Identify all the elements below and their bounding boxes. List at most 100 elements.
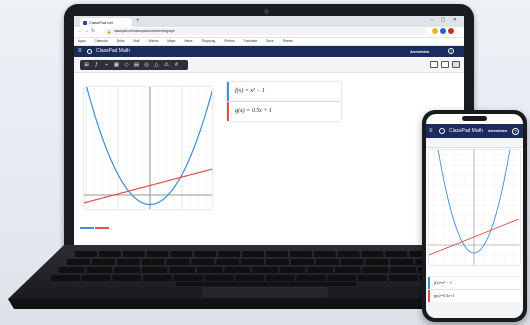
keyboard-key — [224, 267, 251, 273]
expression-row-g[interactable]: g(x) = 0.5x + 1 — [227, 102, 341, 121]
extension-icon[interactable] — [432, 28, 438, 34]
menu-icon[interactable]: ≡ — [78, 46, 82, 57]
graph-icon[interactable]: ⌁ — [102, 62, 111, 68]
classpad-logo-icon — [87, 49, 92, 54]
spacebar-key — [176, 282, 356, 286]
window-icon[interactable] — [430, 61, 438, 68]
forward-icon[interactable]: → — [84, 28, 89, 34]
extension-icon[interactable] — [440, 28, 446, 34]
expression-color-bar — [428, 290, 430, 302]
keyboard-key — [204, 275, 234, 281]
geometry-icon[interactable]: ◇ — [122, 62, 131, 68]
help-icon[interactable]: ? — [512, 128, 519, 135]
keyboard-key — [98, 251, 121, 257]
grid-icon[interactable]: # — [172, 62, 181, 68]
keyboard-key — [388, 275, 418, 281]
phone-toolbar — [426, 138, 523, 148]
tool-strip: ⊞ ƒ ⌁ ▦ ◇ ▤ ◎ △ ⚠ # — [80, 60, 188, 70]
expression-f: f(x) = x² − 1 — [235, 88, 265, 94]
reload-icon[interactable]: ↻ — [91, 28, 95, 34]
function-icon[interactable]: ƒ — [92, 62, 101, 68]
keyboard-key — [358, 275, 387, 281]
expression-color-bar — [227, 82, 229, 101]
keyboard-key — [122, 251, 145, 257]
expression-row-f[interactable]: f(x) = x² − 1 — [227, 82, 341, 101]
curve-g[interactable] — [83, 168, 214, 204]
keyboard-key — [390, 259, 414, 265]
sidebar-toggle-icon[interactable] — [452, 61, 460, 68]
phone-screen: ≡ ClassPad Math Anmelden ? f(x)=x² − 1 g… — [426, 114, 523, 318]
bookmark-item[interactable]: Calendar — [94, 39, 107, 43]
keyboard-key — [289, 251, 312, 257]
bookmark-item[interactable]: News — [184, 39, 192, 43]
menu-icon[interactable]: ≡ — [429, 124, 433, 138]
keyboard-key — [173, 275, 203, 281]
sheet-tab-red[interactable] — [95, 227, 109, 229]
bookmark-item[interactable]: Maps — [167, 39, 175, 43]
bookmark-item[interactable]: Drive — [117, 39, 125, 43]
bookmark-item[interactable]: Translate — [244, 39, 258, 43]
keyboard-key — [337, 251, 360, 257]
graph-panel[interactable] — [83, 81, 216, 209]
bookmark-item[interactable]: Apps — [78, 39, 86, 43]
table-icon[interactable]: ▦ — [112, 62, 121, 68]
bookmark-item[interactable]: Videos — [148, 39, 158, 43]
probability-icon[interactable]: ◎ — [142, 62, 151, 68]
keyboard-key — [242, 251, 264, 257]
phone-notch — [462, 116, 487, 121]
expression-color-bar — [428, 277, 430, 289]
bookmark-item[interactable]: Sheets — [282, 39, 292, 43]
keyboard-key — [75, 251, 97, 257]
keyboard-key — [141, 259, 165, 265]
keyboard-key — [114, 267, 140, 273]
sheet-tab-blue[interactable] — [80, 227, 94, 229]
warning-icon[interactable]: ⚠ — [162, 62, 171, 68]
browser-tab-title: ClassPad.net — [89, 20, 113, 25]
bookmark-item[interactable]: Mail — [133, 39, 139, 43]
help-icon[interactable]: ? — [448, 48, 454, 54]
triangle-icon[interactable]: △ — [152, 62, 161, 68]
keyboard-key — [365, 259, 389, 265]
phone-login-button[interactable]: Anmelden — [488, 124, 507, 138]
keyboard-key — [81, 275, 111, 281]
keyboard-key — [216, 259, 240, 265]
laptop-screen: ClassPad.net + – ▢ ✕ ← → ↻ classpad.net/… — [74, 16, 464, 249]
keyboard-key — [170, 251, 193, 257]
keyboard-key — [91, 259, 115, 265]
app-header: ≡ ClassPad Math Anmelden ? — [74, 46, 464, 57]
new-tab-icon[interactable]: + — [136, 18, 140, 24]
keyboard-key — [315, 259, 339, 265]
login-button[interactable]: Anmelden — [410, 46, 429, 57]
expression-color-bar — [227, 102, 229, 121]
app-toolbar: ⊞ ƒ ⌁ ▦ ◇ ▤ ◎ △ ⚠ # — [74, 58, 464, 73]
lock-icon: 🔒 — [107, 30, 112, 34]
phone-expression-row-g[interactable]: g(x)=0.5x+1 — [428, 290, 521, 302]
keyboard-key — [266, 275, 295, 281]
touchpad[interactable] — [202, 287, 328, 297]
keyboard-key — [59, 267, 85, 273]
back-icon[interactable]: ← — [77, 28, 82, 34]
bookmark-item[interactable]: Photos — [224, 39, 234, 43]
window-controls-icon[interactable]: – ▢ ✕ — [431, 17, 460, 23]
url-input[interactable]: classpad.net/classpad/worksheets/graph — [104, 28, 426, 35]
profile-icon[interactable] — [448, 28, 454, 34]
camera-icon — [264, 9, 269, 14]
keyboard-key — [335, 267, 361, 273]
browser-tab[interactable]: ClassPad.net — [80, 18, 132, 27]
keyboard-key — [218, 251, 241, 257]
keyboard-key — [116, 259, 140, 265]
phone-graph-panel[interactable] — [428, 114, 520, 266]
bookmark-item[interactable]: Docs — [266, 39, 274, 43]
statistics-icon[interactable]: ▤ — [132, 62, 141, 68]
phone-expression-row-f[interactable]: f(x)=x² − 1 — [428, 277, 521, 289]
classpad-logo-icon — [439, 128, 445, 134]
app-title: ClassPad Math — [96, 48, 130, 54]
keyboard-key — [252, 267, 278, 273]
bookmark-item[interactable]: Shopping — [201, 39, 215, 43]
phone-app-header: ≡ ClassPad Math Anmelden ? — [426, 124, 523, 138]
window-icon[interactable] — [441, 61, 449, 68]
keyboard-key — [390, 267, 416, 273]
address-bar-row: ← → ↻ classpad.net/classpad/worksheets/g… — [74, 27, 464, 38]
keyboard-key — [112, 275, 142, 281]
calculator-icon[interactable]: ⊞ — [82, 62, 91, 68]
